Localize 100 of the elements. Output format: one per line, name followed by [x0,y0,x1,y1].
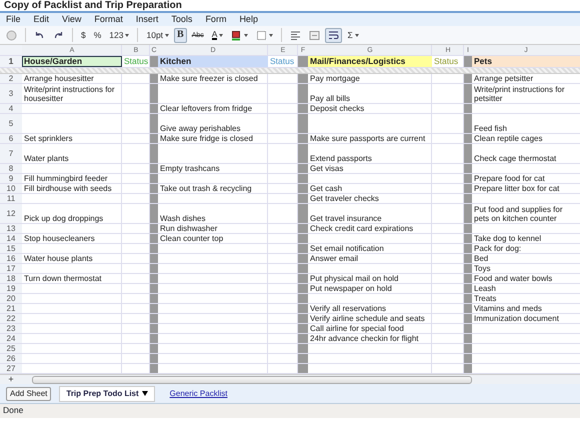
table-cell-text: Check cage thermostat [473,153,558,163]
dropdown-button[interactable]: 123 [106,28,132,42]
caret-icon [142,391,148,396]
caret-icon [125,34,130,36]
dropdown-button[interactable]: 10pt [143,28,172,42]
table-cell: Kitchen [158,56,268,67]
table-cell-text: Put food and supplies for pets on kitchen counter [473,204,564,223]
divider-strip [298,56,308,67]
row-number[interactable]: 9 [0,174,22,183]
table-cell-text: Set sprinklers [23,134,74,143]
row-number[interactable]: 10 [0,184,22,193]
table-cell-text: Water plants [23,153,70,163]
menu-item[interactable]: Tools [171,14,192,25]
table-cell-text: 24hr advance checkin for flight [309,334,420,343]
row-number[interactable]: 13 [0,224,22,233]
row-number[interactable]: 19 [0,284,22,293]
row-number[interactable]: 1 [0,56,22,67]
table-cell-text: Immunization document [473,314,560,323]
row-number[interactable]: 23 [0,324,22,333]
table-cell-text: Status [123,56,150,67]
caret-icon [165,34,170,36]
table-cell-text: Take out trash & recycling [159,184,253,193]
table-cell-text: Check credit card expirations [309,224,414,233]
table-cell-text: Write/print instructions for housesitter [23,84,116,103]
caret-icon [269,34,274,36]
table-cell-text: Give away perishables [159,123,242,133]
table-cell-text: Food and water bowls [473,274,554,283]
bold-button[interactable]: B [174,28,187,42]
divider-strip [150,56,158,67]
wrap-icon [328,30,340,40]
table-cell-text: Leash [473,284,497,293]
menu-item[interactable]: Help [239,14,258,25]
table-cell-text: Treats [473,294,498,303]
borders-icon [256,30,268,40]
row-number[interactable]: 22 [0,314,22,323]
row-number[interactable]: 4 [0,104,22,113]
table-cell-text: Bed [473,254,490,263]
menu-item[interactable]: Insert [136,14,158,25]
table-cell-text: Set email notification [309,244,385,253]
row-number[interactable]: 8 [0,164,22,173]
status-bar: Done [0,404,580,418]
row-number[interactable]: 3 [0,84,22,103]
table-cell-text: Get cash [309,184,344,193]
menu-item[interactable]: Edit [34,14,50,25]
menu-item[interactable]: Format [94,14,123,25]
table-cell-text: Status [433,56,460,67]
text-color-button[interactable]: A [208,28,226,42]
row-number[interactable]: 14 [0,234,22,243]
sheet-tab[interactable]: Generic Packlist [162,386,234,402]
menu-item[interactable]: File [6,14,21,25]
row-number[interactable]: 11 [0,194,22,203]
row-number[interactable]: 21 [0,304,22,313]
table-cell-text: Answer email [309,254,360,263]
table-cell-text: Turn down thermostat [23,274,103,283]
wrap-button[interactable] [325,28,342,42]
format-button[interactable]: % [90,28,104,42]
row-number[interactable]: 6 [0,134,22,143]
horizontal-scrollbar[interactable] [32,376,472,384]
row-number[interactable]: 2 [0,74,22,83]
table-cell-text: Arrange housesitter [23,74,95,83]
fill-color-icon [231,30,242,40]
table-cell-text: Clear leftovers from fridge [159,104,254,113]
row-number[interactable]: 25 [0,344,22,353]
menu-item[interactable]: Form [205,14,226,25]
table-cell-text: Get visas [309,164,344,173]
table-cell-text: Call airline for special food [309,324,405,333]
table-cell-text: Vitamins and meds [473,304,543,313]
table-cell-text: Clean reptile cages [473,134,544,143]
row-number[interactable]: 26 [0,354,22,363]
row-number[interactable]: 12 [0,204,22,223]
caret-icon [219,34,224,36]
add-row-button[interactable]: + [0,375,22,384]
sheet-tab[interactable]: Trip Prep Todo List [59,386,155,402]
row-number[interactable]: 7 [0,144,22,163]
caret-icon [244,34,248,36]
table-cell-text: Make sure freezer is closed [159,74,259,83]
table-cell-text: Toys [473,264,492,273]
row-number[interactable]: 20 [0,294,22,303]
row-number[interactable]: 27 [0,364,22,373]
caret-icon [354,34,359,36]
table-cell-text: Arrange petsitter [473,74,534,83]
row-number[interactable]: 17 [0,264,22,273]
undo-icon [34,30,45,40]
row-number[interactable]: 18 [0,274,22,283]
table-cell-text: Pack for dog: [473,244,522,253]
table-cell: House/Garden [22,56,122,67]
table-cell-text: Take dog to kennel [473,234,542,243]
add-sheet-button[interactable]: Add Sheet [6,386,52,400]
dropdown-button[interactable]: Σ [344,28,362,42]
table-cell-text: Get traveler checks [309,194,380,203]
menu-item[interactable]: View [62,14,82,25]
format-button[interactable]: $ [78,28,89,42]
row-number[interactable]: 5 [0,114,22,133]
row-number[interactable]: 24 [0,334,22,343]
row-number[interactable]: 15 [0,244,22,253]
table-cell-text: Pay mortgage [309,74,361,83]
table-cell-text: Prepare food for cat [473,174,546,183]
row-number[interactable]: 16 [0,254,22,263]
table-cell-text: Make sure passports are current [309,134,426,143]
redo-icon [53,30,64,40]
